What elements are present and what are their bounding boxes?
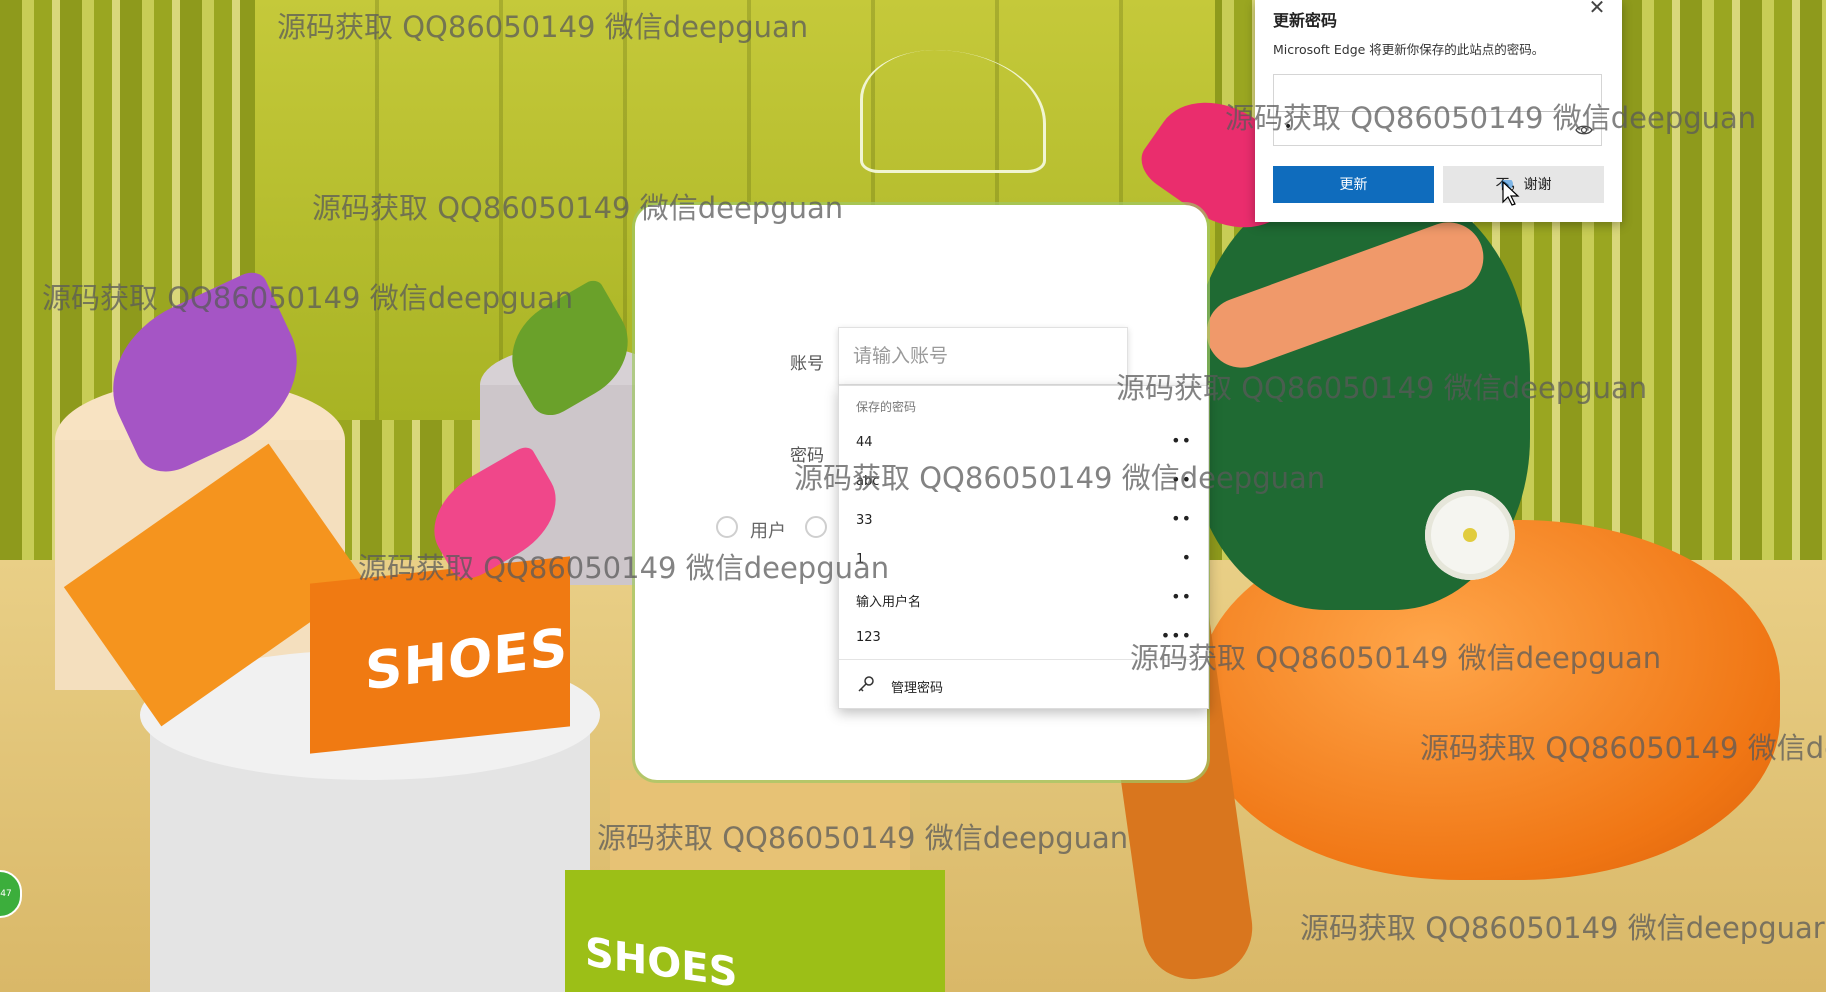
- no-thanks-button[interactable]: 不，谢谢: [1443, 166, 1604, 203]
- manage-passwords-label: 管理密码: [891, 681, 944, 696]
- popup-description: Microsoft Edge 将更新你保存的此站点的密码。: [1273, 42, 1545, 57]
- saved-password-item[interactable]: 44 ••: [839, 424, 1208, 462]
- role-user-label: 用户: [750, 521, 786, 542]
- green-shoebox: SHOES: [565, 870, 945, 992]
- green-shoebox-label: SHOES: [585, 929, 738, 992]
- dropdown-divider: [839, 659, 1208, 660]
- saved-password-mask: •••: [1160, 626, 1192, 645]
- saved-password-mask: ••: [1171, 470, 1192, 489]
- account-label: 账号: [790, 354, 824, 374]
- saved-password-mask: ••: [1171, 587, 1192, 606]
- password-label: 密码: [790, 446, 824, 466]
- saved-password-username: 123: [856, 630, 881, 645]
- close-icon[interactable]: ✕: [1586, 0, 1608, 18]
- saved-password-username: 44: [856, 435, 873, 450]
- password-value: •: [1284, 119, 1293, 135]
- saved-password-item[interactable]: 123 •••: [839, 619, 1208, 657]
- role-admin-radio[interactable]: [805, 516, 827, 538]
- saved-password-item[interactable]: 1 •: [839, 541, 1208, 579]
- saved-password-mask: ••: [1171, 509, 1192, 528]
- key-icon: [858, 676, 874, 692]
- saved-password-username: abc: [856, 474, 880, 489]
- saved-password-username: 33: [856, 513, 873, 528]
- saved-passwords-dropdown: 保存的密码 44 •• abc •• 33 •• 1 • 输入用户名 •• 12…: [838, 385, 1209, 709]
- saved-password-username: 1: [856, 552, 865, 567]
- saved-password-mask: ••: [1171, 431, 1192, 450]
- edge-update-password-popup: 更新密码 ✕ Microsoft Edge 将更新你保存的此站点的密码。 • 更…: [1255, 0, 1622, 222]
- saved-password-item[interactable]: 33 ••: [839, 502, 1208, 540]
- password-field[interactable]: •: [1273, 74, 1602, 146]
- popup-title: 更新密码: [1273, 11, 1338, 30]
- saved-password-item[interactable]: 输入用户名 ••: [839, 580, 1208, 618]
- reveal-password-icon[interactable]: [1575, 121, 1593, 139]
- mouse-cursor-icon: [1501, 180, 1520, 206]
- saved-password-item[interactable]: abc ••: [839, 463, 1208, 501]
- saved-password-username: 输入用户名: [856, 595, 922, 610]
- manage-passwords-button[interactable]: 管理密码: [856, 674, 1156, 700]
- saved-password-mask: •: [1181, 548, 1192, 567]
- saved-passwords-header: 保存的密码: [856, 400, 917, 414]
- account-input[interactable]: [838, 327, 1128, 385]
- white-flower: [1425, 490, 1515, 580]
- update-button[interactable]: 更新: [1273, 166, 1434, 203]
- password-field-underline: [1276, 111, 1558, 112]
- role-user-radio[interactable]: [716, 516, 738, 538]
